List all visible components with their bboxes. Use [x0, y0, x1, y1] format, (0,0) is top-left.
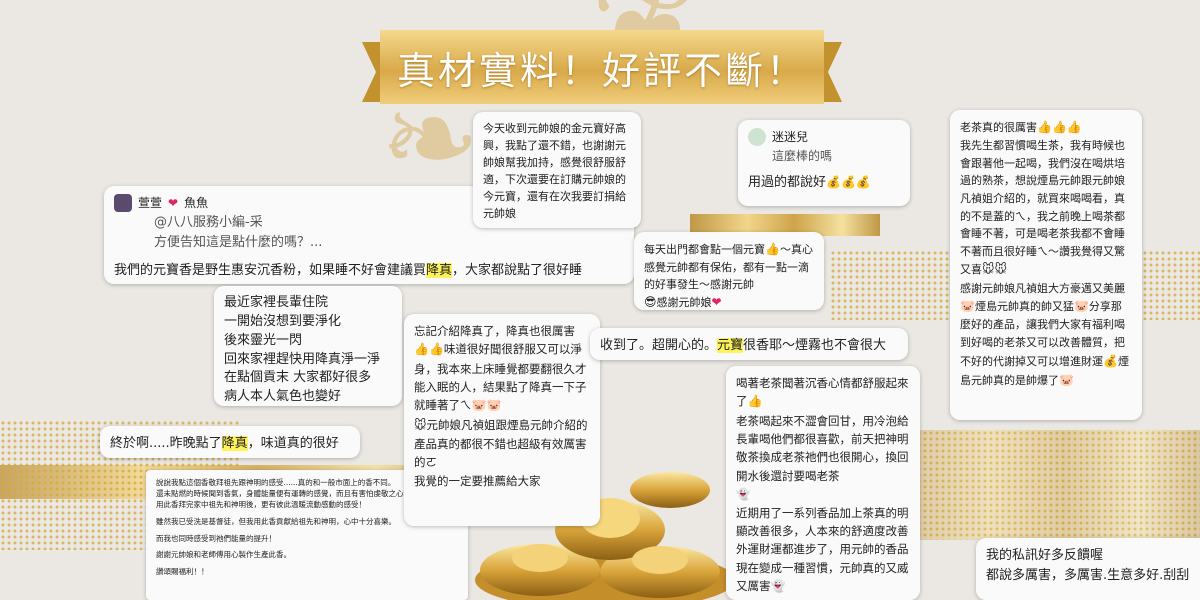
money-icon: 💰: [855, 175, 871, 190]
user-name: 萱萱: [138, 196, 163, 210]
highlight-keyword: 降真: [426, 262, 453, 278]
message-text: 我先生都習慣喝生茶，我有時候也會跟著他一起喝，我們沒在喝烘培過的熟茶，想說煙島元…: [960, 137, 1132, 279]
pig-icon: 🐷: [471, 398, 487, 413]
quoted-question: 方便告知這是點什麼的嗎？...: [154, 234, 323, 250]
message-text: 我們的元寶香是野生惠安沉香粉，如果睡不好會建議買降真，大家都說點了很好睡: [114, 261, 624, 281]
text-line: 讚頌賜福利！！: [156, 567, 209, 577]
message-text: 今天收到元帥娘的金元寶好高興，我點了還不錯，也謝謝元帥娘幫我加持，感覺很舒服舒適…: [483, 122, 626, 221]
text-line: 一開始沒想到要淨化: [224, 313, 342, 329]
message-part: 用過的都說好: [748, 175, 827, 191]
money-icon: 💰: [826, 175, 841, 190]
text-line: 在點個貢末 大家都好很多: [224, 370, 372, 386]
review-card-old-tea: 老茶真的很厲害👍👍👍 我先生都習慣喝生茶，我有時候也會跟著他一起喝，我們沒在喝烘…: [950, 110, 1142, 420]
message-part: 我們的元寶香是野生惠安沉香粉，如果睡不好會建議買: [114, 262, 427, 278]
message-part: 很香耶～煙霧也不會很大: [743, 338, 887, 353]
review-card-received: 收到了。超開心的。元寶很香耶～煙霧也不會很大: [590, 328, 908, 360]
pig-icon: 🐷: [1059, 372, 1074, 387]
ghost-icon: 👻: [736, 487, 751, 502]
title-banner: 真材實料！好評不斷！: [362, 30, 842, 104]
message-text: 用過的都說好💰💰💰: [748, 173, 900, 193]
message-part: 近期用了一系列香品加上茶真的明顯改善很多，人本來的舒適度改善外運財運都進步了，用…: [736, 505, 909, 594]
ghost-icon: 👻: [770, 579, 786, 594]
text-line: 我的私訊好多反饋喔: [986, 548, 1104, 563]
message-text: 老茶真的很厲害👍👍👍: [960, 118, 1132, 137]
review-card-finally: 終於啊.....昨晚點了降真，味道真的很好: [100, 426, 360, 458]
text-line: 都說多厲害，多厲害.生意多好.刮刮: [986, 568, 1190, 584]
user-name: 迷迷兒: [772, 130, 809, 144]
message-part: 煙島元帥真的帥又猛: [974, 300, 1074, 314]
message-part: ，味道真的很好: [247, 436, 339, 451]
message-part: 感謝元帥娘凡禎姐大方豪邁又美麗: [960, 281, 1125, 295]
message-part: 元帥娘凡禎姐跟煙島元帥介紹的產品真的都很不錯也超級有效厲害的ㄛ: [414, 417, 588, 470]
text-line: 謝謝元帥娘和老師傅用心製作生產此香。: [156, 550, 291, 560]
thumbs-up-icon: 👍: [765, 242, 780, 256]
message-text: 老茶喝起來不澀會回甘，用冷泡給長輩喝他們都很喜歡，前天把神明敬茶換成老茶祂們也很…: [736, 413, 909, 483]
banner-title: 真材實料！好評不斷！: [396, 48, 807, 93]
mouse-icon: 🐭: [982, 262, 995, 277]
heart-icon: ❤: [711, 294, 722, 309]
money-icon: 💰: [1103, 353, 1118, 368]
thumbs-up-icon: 👍: [1066, 120, 1082, 134]
gold-stripe: [900, 430, 1200, 540]
message-part: ，大家都說點了很好睡: [452, 262, 583, 278]
pig-icon: 🐷: [960, 299, 975, 314]
message-part: 我先生都習慣喝生茶，我有時候也會跟著他一起喝，我們沒在喝烘培過的熟茶，想說煙島元…: [960, 139, 1125, 277]
message-text: 我覺的一定要推薦給大家: [414, 473, 541, 488]
mouse-icon: 🐭: [994, 262, 1008, 277]
message-part: 終於啊.....昨晚點了: [110, 436, 222, 451]
avatar: [114, 194, 132, 213]
highlight-keyword: 降真: [221, 436, 248, 451]
heart-icon: ❤: [168, 196, 179, 210]
thumbs-up-icon: 👍: [1051, 120, 1067, 134]
text-line: 病人本人氣色也變好: [224, 389, 342, 405]
text-line: 後來靈光一閃: [224, 332, 303, 348]
text-line: 而我也同時感受到祂們能量的提升！: [156, 533, 276, 543]
message-text: 🐭元帥娘凡禎姐跟煙島元帥介紹的產品真的都很不錯也超級有效厲害的ㄛ: [414, 416, 590, 472]
mouse-icon: 🐭: [414, 417, 427, 432]
thumbs-up-icon: 👍: [747, 394, 763, 409]
quoted-text: 這麼棒的嗎: [772, 148, 833, 163]
avatar: [748, 128, 766, 147]
message-part: 每天出門都會點一個元寶: [644, 243, 765, 256]
highlight-keyword: 元寶: [717, 338, 744, 353]
message-text: 喝著老茶聞著沉香心情都舒服起來了👍: [736, 374, 910, 412]
user-name-suffix: 魚魚: [184, 196, 209, 210]
review-card-ingot: 今天收到元帥娘的金元寶好高興，我點了還不錯，也謝謝元帥娘幫我加持，感覺很舒服舒適…: [473, 112, 641, 228]
review-card-jiangzhen: 忘記介紹降真了，降真也很厲害 👍👍味道很好聞很舒服又可以淨身，我本來上床睡覺都要…: [404, 314, 600, 526]
message-text: 👍👍味道很好聞很舒服又可以淨身，我本來上床睡覺都要翻很久才能入眠的人，結果點了降…: [414, 340, 590, 415]
money-icon: 💰: [840, 175, 856, 190]
review-card-daily: 每天出門都會點一個元寶👍～真心感覺元帥都有保佑，都有一點一滴的好事發生～感謝元帥…: [634, 232, 824, 310]
review-card-tea: 喝著老茶聞著沉香心情都舒服起來了👍 老茶喝起來不澀會回甘，用冷泡給長輩喝他們都很…: [726, 366, 920, 600]
message-text: 感謝元帥娘凡禎姐大方豪邁又美麗🐷煙島元帥真的帥又猛🐷分享那麼好的產品，讓我們大家…: [960, 280, 1132, 390]
review-card-mimier: 迷迷兒 這麼棒的嗎 用過的都說好💰💰💰: [738, 120, 910, 206]
quoted-user: 迷迷兒: [748, 128, 900, 147]
thumbs-up-icon: 👍: [1037, 120, 1052, 134]
message-text: 近期用了一系列香品加上茶真的明顯改善很多，人本來的舒適度改善外運財運都進步了，用…: [736, 504, 910, 597]
thumbs-up-icon: 👍: [414, 342, 429, 357]
review-card-feedback: 我的私訊好多反饋喔 都說多厲害，多厲害.生意多好.刮刮: [976, 538, 1200, 600]
text-line: 回來家裡趕快用降真淨一淨: [224, 351, 381, 367]
review-card-elder: 最近家裡長輩住院 一開始沒想到要淨化 後來靈光一閃 回來家裡趕快用降真淨一淨 在…: [214, 286, 402, 406]
thumbs-up-icon: 👍: [428, 342, 444, 357]
text-line: 忘記介紹降真了，降真也很厲害: [414, 324, 575, 338]
message-part: 收到了。超開心的。: [600, 338, 718, 353]
message-part: 老茶真的很厲害: [960, 121, 1037, 134]
pig-icon: 🐷: [1073, 299, 1089, 314]
message-part: 感謝元帥娘: [656, 295, 712, 309]
cool-face-icon: 😎: [644, 294, 657, 309]
text-line: 最近家裡長輩住院: [224, 295, 329, 310]
pig-icon: 🐷: [486, 398, 502, 413]
